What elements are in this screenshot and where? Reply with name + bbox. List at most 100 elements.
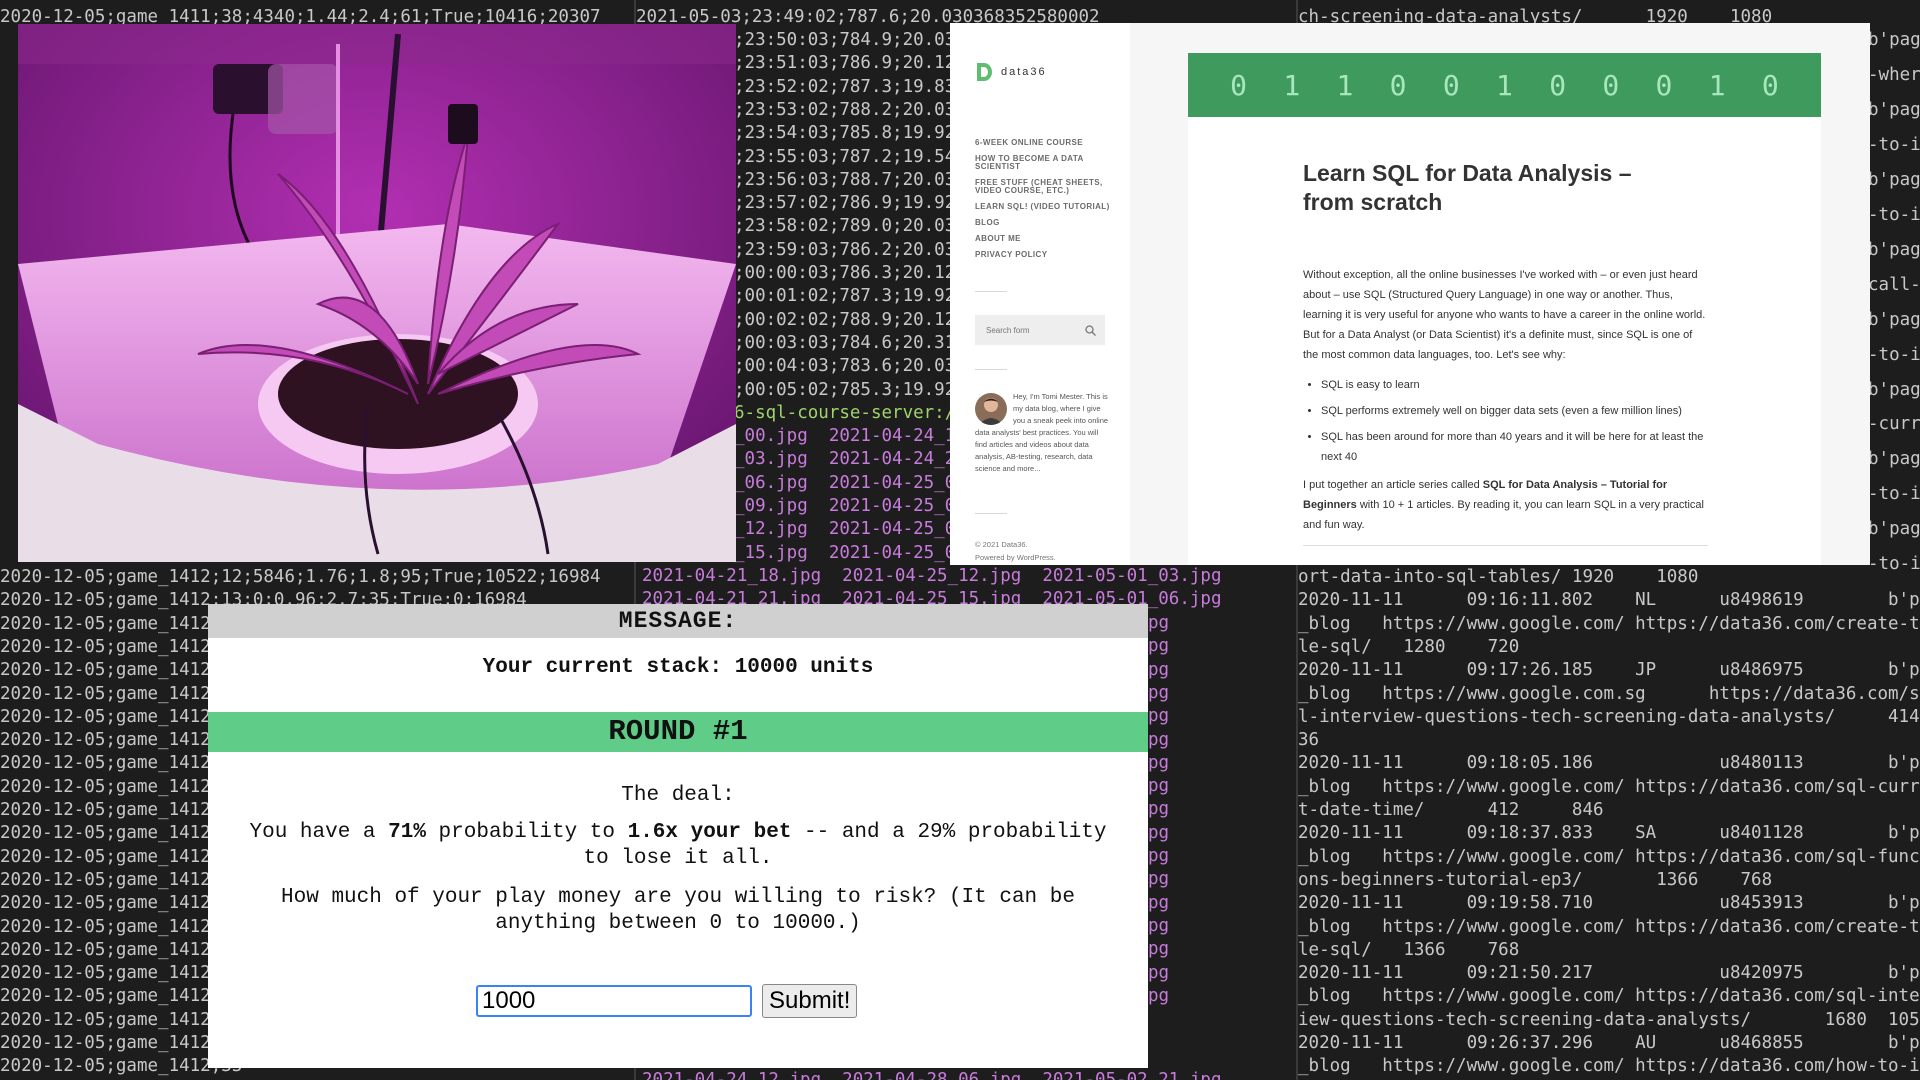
- outro-text: with 10 + 1 articles. By reading it, you…: [1303, 499, 1704, 531]
- list-item: SQL is easy to learn: [1321, 375, 1708, 395]
- deal-description: You have a 71% probability to 1.6x your …: [248, 820, 1108, 872]
- terminal-line: 2020-12-05;game_1412;20: [0, 753, 243, 774]
- terminal-line: ort-data-into-sql-tables/ 1920 1080: [1298, 567, 1699, 587]
- nav-item-online-course[interactable]: 6-WEEK ONLINE COURSE: [975, 139, 1115, 147]
- terminal-line: ons-beginners-tutorial-ep3/ 1366 768: [1298, 869, 1773, 890]
- terminal-line: _blog https://www.google.com/ https://da…: [1298, 916, 1920, 937]
- message-header: MESSAGE:: [208, 604, 1148, 638]
- terminal-line: b'pagevie: [1868, 169, 1920, 190]
- blog-article: 0 1 1 0 0 1 0 0 0 1 0 Learn SQL for Data Analysis …: [1188, 53, 1821, 565]
- deal-text: probability to: [425, 821, 628, 844]
- file-row: pg: [1148, 752, 1170, 773]
- file-row: pg: [1148, 962, 1170, 983]
- file-row: pg: [1148, 822, 1170, 843]
- outro-text: I put together an article series called: [1303, 479, 1483, 491]
- payout-multiplier: 1.6x your bet: [627, 821, 792, 844]
- blog-sidebar: data36 6-WEEK ONLINE COURSE HOW TO BECOM…: [950, 23, 1130, 565]
- post-intro: Without exception, all the online busine…: [1303, 269, 1706, 361]
- deal-text: You have a: [249, 821, 389, 844]
- binary-digit: 1: [1283, 68, 1301, 102]
- file-row: 2021-04-24_12.jpg 2021-04-28_06.jpg 2021…: [642, 1070, 1222, 1080]
- post-title: Learn SQL for Data Analysis – from scrat…: [1303, 160, 1632, 215]
- site-logo[interactable]: data36: [975, 61, 1047, 83]
- terminal-line: 2020-12-05;game_1412;26: [0, 893, 243, 914]
- file-row: pg: [1148, 706, 1170, 727]
- terminal-line: 2020-12-05;game_1412;21: [0, 776, 243, 797]
- terminal-line: 2020-12-05;game_1412;28: [0, 939, 243, 960]
- terminal-line: 2020-12-05;game_1412;22: [0, 800, 243, 820]
- file-row: pg: [1148, 892, 1170, 913]
- nav-item-learn-sql[interactable]: LEARN SQL! (VIDEO TUTORIAL): [975, 203, 1115, 211]
- blog-footer: © 2021 Data36. Powered by WordPress.: [975, 538, 1056, 564]
- submit-button[interactable]: Submit!: [762, 984, 858, 1018]
- terminal-line: _blog https://www.google.com/ https://da…: [1298, 846, 1920, 867]
- deal-label: The deal:: [621, 784, 735, 807]
- author-widget: Hey, I'm Tomi Mester. This is my data bl…: [975, 391, 1109, 475]
- terminal-line: le-sql/ 1366 768: [1298, 939, 1520, 960]
- file-row: _15.jpg 2021-04-25_09: [734, 542, 966, 563]
- sidebar-divider: [975, 513, 1007, 514]
- terminal-line: _blog https://www.google.com/ https://da…: [1298, 613, 1920, 634]
- terminal-line: ;23:58:02;789.0;20.030: [734, 216, 966, 237]
- logo-text: data36: [1001, 66, 1047, 78]
- binary-digit: 0: [1549, 68, 1567, 102]
- terminal-line: _blog https://www.google.com.sg https://…: [1298, 683, 1920, 704]
- terminal-line: -to-in: [1868, 344, 1920, 365]
- terminal-line: 2020-12-05;game_1412;30: [0, 986, 243, 1007]
- terminal-line: b'pagevie: [1868, 30, 1920, 50]
- binary-digit: 0: [1389, 68, 1407, 102]
- footer-powered-by[interactable]: Powered by WordPress.: [975, 551, 1056, 564]
- search-input[interactable]: [984, 324, 1078, 336]
- terminal-line: le-sql/ 1280 720: [1298, 636, 1520, 657]
- file-row: _09.jpg 2021-04-25_03: [734, 495, 966, 516]
- terminal-line: ;23:54:03;785.8;19.927: [734, 123, 966, 144]
- terminal-line: t-date-time/ 412 846: [1298, 800, 1604, 820]
- terminal-line: 2020-12-05;game_1412;14: [0, 613, 243, 634]
- terminal-line: _blog https://www.google.com/ https://da…: [1298, 1056, 1920, 1077]
- terminal-line: ;23:59:03;786.2;20.030: [734, 239, 966, 260]
- terminal-line: ;23:56:03;788.7;20.030: [734, 169, 966, 190]
- file-row: 2021-04-21_18.jpg 2021-04-25_12.jpg 2021…: [642, 566, 1222, 586]
- nav-item-free-stuff[interactable]: FREE STUFF (CHEAT SHEETS, VIDEO COURSE, …: [975, 179, 1115, 195]
- nav-item-blog[interactable]: BLOG: [975, 219, 1115, 227]
- terminal-line: iew-questions-tech-screening-data-analys…: [1298, 1009, 1920, 1030]
- binary-digit: 1: [1336, 68, 1354, 102]
- terminal-line: ;23:50:03;784.9;20.030: [734, 30, 966, 50]
- terminal-line: 2020-11-11 09:17:26.185 JP u8486975 b'pa…: [1298, 660, 1920, 681]
- terminal-line: -to-in: [1868, 484, 1920, 505]
- binary-digit: 0: [1602, 68, 1620, 102]
- nav-item-privacy-policy[interactable]: PRIVACY POLICY: [975, 251, 1115, 259]
- terminal-line: 2020-12-05;game_1412;17: [0, 683, 243, 704]
- terminal-line: 2020-12-05;game_1412;12;5846;1.76;1.8;95…: [0, 567, 601, 587]
- file-row: pg: [1148, 939, 1170, 960]
- file-row: pg: [1148, 846, 1170, 866]
- bet-amount-input[interactable]: [476, 985, 752, 1017]
- binary-banner: 0 1 1 0 0 1 0 0 0 1 0: [1188, 53, 1821, 117]
- nav-item-about-me[interactable]: ABOUT ME: [975, 235, 1115, 243]
- terminal-line: b'pagevie: [1868, 99, 1920, 120]
- terminal-line: -to-in: [1868, 554, 1920, 575]
- file-row: pg: [1148, 729, 1170, 750]
- terminal-line: -to-in: [1868, 204, 1920, 225]
- terminal-line: _blog https://www.google.com/ https://da…: [1298, 986, 1920, 1007]
- list-item: SQL has been around for more than 40 yea…: [1321, 427, 1708, 467]
- search-form: [975, 315, 1105, 345]
- terminal-line: 2020-12-05;game_1412;16: [0, 660, 243, 681]
- nav-item-become-data-scientist[interactable]: HOW TO BECOME A DATA SCIENTIST: [975, 155, 1115, 171]
- sidebar-divider: [975, 291, 1007, 292]
- terminal-line: 36: [1298, 730, 1320, 751]
- terminal-line: b'pagevie: [1868, 449, 1920, 470]
- search-icon[interactable]: [1085, 324, 1096, 336]
- terminal-line: ;00:03:03;784.6;20.319: [734, 332, 966, 353]
- file-row: _06.jpg 2021-04-25_00: [734, 472, 966, 493]
- file-row: pg: [1148, 776, 1170, 797]
- file-row: _00.jpg 2021-04-24_18: [734, 426, 966, 446]
- terminal-line: 2020-12-05;game_1412;24: [0, 846, 243, 867]
- terminal-line: ;00:02:02;788.9;20.126: [734, 309, 966, 330]
- terminal-line: ;23:52:02;787.3;19.831: [734, 76, 966, 97]
- file-row: _03.jpg 2021-04-24_21: [734, 449, 966, 470]
- terminal-line: 2020-12-05;game_1412;23: [0, 823, 243, 844]
- terminal-line: ;00:01:02;787.3;19.927: [734, 286, 966, 307]
- post-outro: I put together an article series called …: [1303, 475, 1708, 535]
- terminal-line: 2020-12-05;game_1412;19: [0, 730, 243, 751]
